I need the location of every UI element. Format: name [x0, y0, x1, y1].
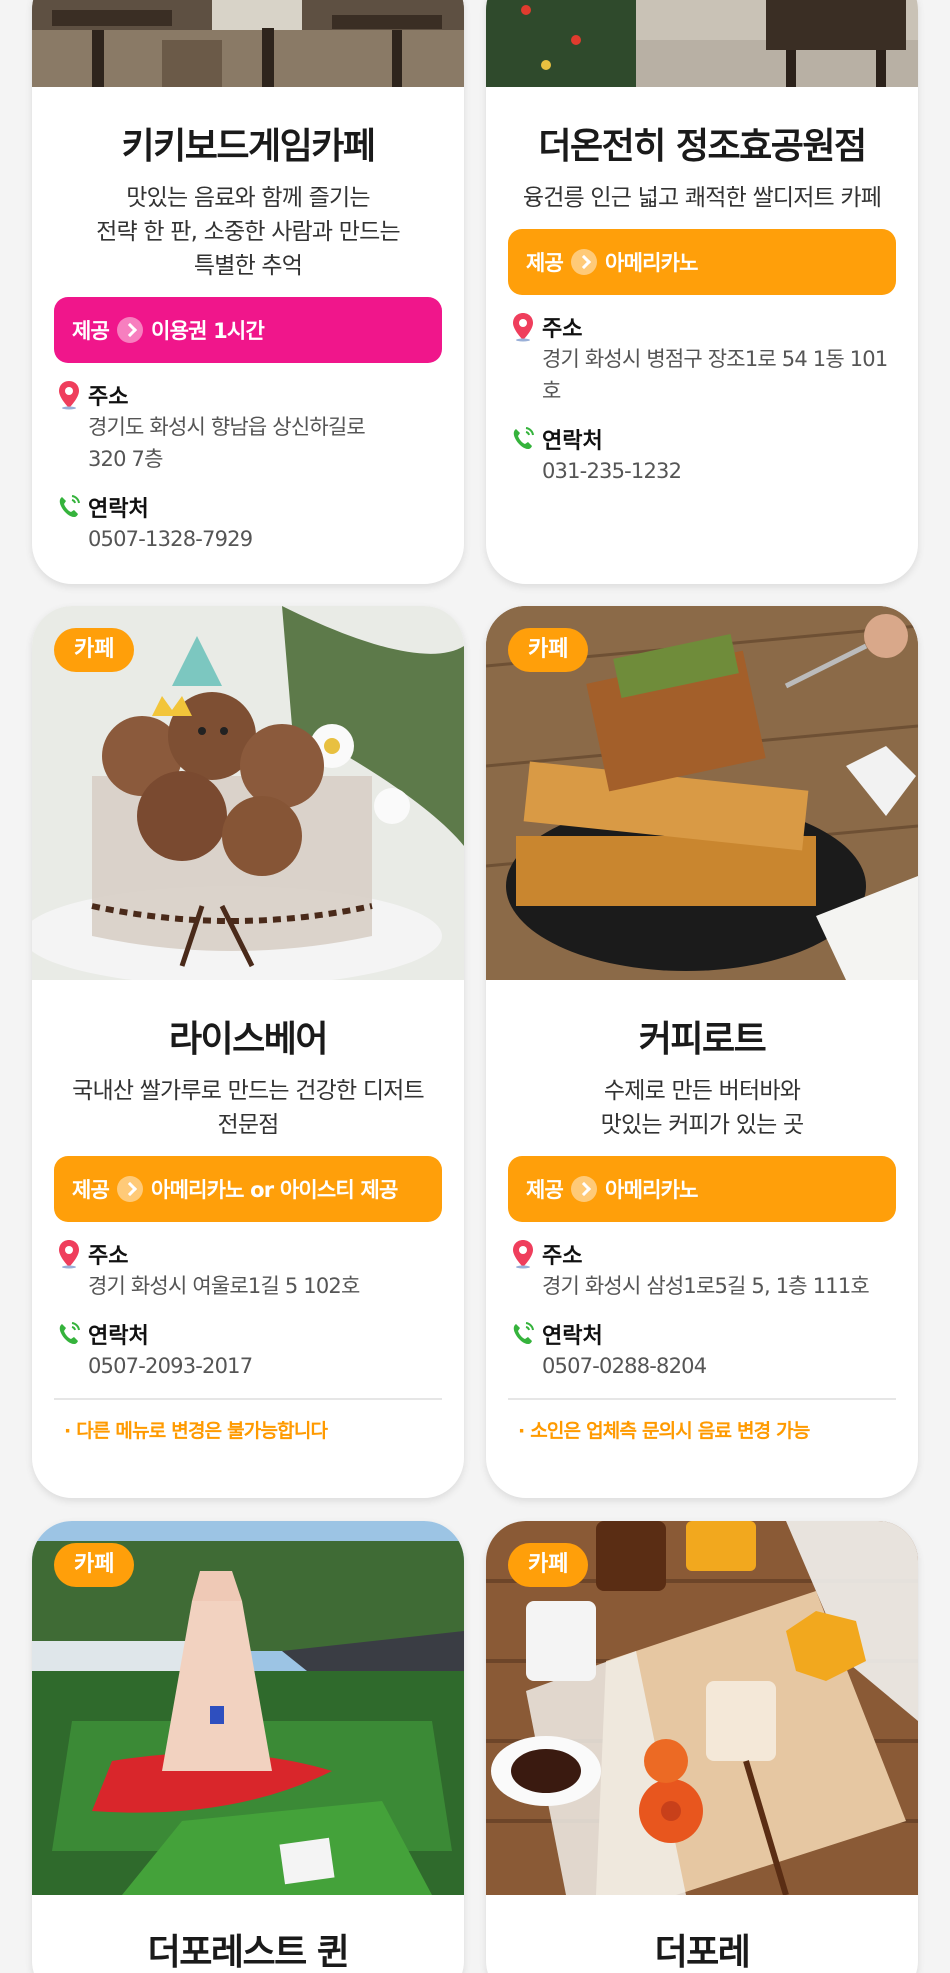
cafe-description: 국내산 쌀가루로 만드는 건강한 디저트 전문점	[32, 1074, 464, 1142]
desc-line: 전문점	[217, 1112, 279, 1138]
address-value: 경기 화성시 삼성1로5길 5, 1층 111호	[510, 1270, 896, 1302]
category-badge: 카페	[508, 628, 589, 672]
contact-label: 연락처	[542, 429, 603, 454]
map-pin-icon	[513, 313, 533, 342]
contact-section: 연락처 0507-0288-8204	[510, 1318, 896, 1382]
offer-banner: 제공 아메리카노	[508, 1156, 896, 1222]
chevron-right-icon	[571, 1176, 598, 1202]
cafe-photo: 카페	[486, 606, 918, 980]
contact-label: 연락처	[542, 1324, 603, 1349]
cafe-card[interactable]: 키키보드게임카페 맛있는 음료와 함께 즐기는 전략 한 판, 소중한 사람과 …	[32, 0, 464, 584]
cafe-card[interactable]: 카페 더포레스트 퀸	[32, 1521, 464, 1973]
offer-text: 아메리카노	[605, 251, 698, 275]
desc-line: 전략 한 판, 소중한 사람과 만드는	[96, 219, 401, 245]
cafe-title: 더온전히 정조효공원점	[538, 126, 867, 167]
address-line: 경기 화성시 여울로1길 5 102호	[88, 1274, 360, 1298]
cafe-title: 키키보드게임카페	[121, 126, 376, 167]
address-section: 주소 경기 화성시 여울로1길 5 102호	[56, 1238, 442, 1302]
phone-number[interactable]: 031-235-1232	[510, 455, 896, 487]
cafe-description: 수제로 만든 버터바와 맛있는 커피가 있는 곳	[486, 1074, 918, 1142]
desc-line: 융건릉 인근 넓고 쾌적한 쌀디저트 카페	[522, 185, 882, 211]
address-value: 경기 화성시 병점구 장조1로 54 1동 101호	[510, 343, 896, 407]
map-pin-icon	[59, 1240, 79, 1269]
address-section: 주소 경기 화성시 병점구 장조1로 54 1동 101호	[510, 311, 896, 407]
address-value: 경기 화성시 여울로1길 5 102호	[56, 1270, 442, 1302]
contact-section: 연락처 031-235-1232	[510, 423, 896, 487]
cafe-photo	[486, 0, 918, 87]
cafe-title: 더포레	[654, 1932, 751, 1973]
phone-icon	[59, 1322, 80, 1344]
cafe-card[interactable]: 카페 더포레	[486, 1521, 918, 1973]
desc-line: 국내산 쌀가루로 만드는 건강한 디저트	[72, 1078, 425, 1104]
offer-banner: 제공 이용권 1시간	[54, 297, 442, 363]
offer-prefix: 제공	[526, 1178, 564, 1202]
cafe-title: 더포레스트 퀸	[147, 1932, 350, 1973]
category-badge: 카페	[508, 1543, 589, 1587]
cafe-title: 라이스베어	[168, 1019, 329, 1060]
address-section: 주소 경기 화성시 삼성1로5길 5, 1층 111호	[510, 1238, 896, 1302]
desc-line: 맛있는 음료와 함께 즐기는	[126, 185, 370, 211]
address-line: 경기도 화성시 향남읍 상신하길로	[88, 415, 366, 439]
phone-number[interactable]: 0507-0288-8204	[510, 1350, 896, 1382]
cafe-description: 융건릉 인근 넓고 쾌적한 쌀디저트 카페	[486, 181, 918, 215]
notice-text: · 다른 메뉴로 변경은 불가능합니다	[64, 1420, 328, 1442]
offer-prefix: 제공	[72, 319, 110, 343]
address-label: 주소	[88, 385, 129, 410]
address-label: 주소	[88, 1244, 129, 1269]
cafe-photo: 카페	[486, 1521, 918, 1895]
contact-label: 연락처	[88, 497, 149, 522]
desc-line: 특별한 추억	[193, 253, 303, 279]
chevron-right-icon	[117, 1176, 144, 1202]
address-line: 경기 화성시 병점구 장조1로 54 1동 101호	[542, 347, 888, 403]
desc-line: 수제로 만든 버터바와	[603, 1078, 801, 1104]
cafe-photo	[32, 0, 464, 87]
divider	[54, 1398, 442, 1400]
offer-banner: 제공 아메리카노 or 아이스티 제공	[54, 1156, 442, 1222]
address-label: 주소	[542, 317, 583, 342]
phone-icon	[59, 495, 80, 517]
map-pin-icon	[59, 381, 79, 410]
notice-text: · 소인은 업체측 문의시 음료 변경 가능	[518, 1420, 810, 1442]
address-line: 320 7층	[88, 447, 163, 471]
offer-banner: 제공 아메리카노	[508, 229, 896, 295]
contact-section: 연락처 0507-2093-2017	[56, 1318, 442, 1382]
chevron-right-icon	[117, 317, 144, 343]
offer-text: 아메리카노	[605, 1178, 698, 1202]
phone-icon	[513, 427, 534, 449]
cafe-card[interactable]: 카페 라이스베어 국내산 쌀가루로 만드는 건강한 디저트 전문점 제공 아메리…	[32, 606, 464, 1498]
address-line: 경기 화성시 삼성1로5길 5, 1층 111호	[542, 1274, 870, 1298]
cafe-card[interactable]: 더온전히 정조효공원점 융건릉 인근 넓고 쾌적한 쌀디저트 카페 제공 아메리…	[486, 0, 918, 584]
category-badge: 카페	[54, 628, 135, 672]
address-section: 주소 경기도 화성시 향남읍 상신하길로 320 7층	[56, 379, 442, 475]
offer-prefix: 제공	[72, 1178, 110, 1202]
desc-line: 맛있는 커피가 있는 곳	[600, 1112, 805, 1138]
cafe-description: 맛있는 음료와 함께 즐기는 전략 한 판, 소중한 사람과 만드는 특별한 추…	[32, 181, 464, 283]
contact-section: 연락처 0507-1328-7929	[56, 491, 442, 555]
address-value: 경기도 화성시 향남읍 상신하길로 320 7층	[56, 411, 442, 475]
offer-prefix: 제공	[526, 251, 564, 275]
divider	[508, 1398, 896, 1400]
address-label: 주소	[542, 1244, 583, 1269]
offer-text: 아메리카노 or 아이스티 제공	[151, 1178, 398, 1202]
chevron-right-icon	[571, 249, 598, 275]
offer-text: 이용권 1시간	[151, 319, 265, 343]
phone-icon	[513, 1322, 534, 1344]
phone-number[interactable]: 0507-2093-2017	[56, 1350, 442, 1382]
phone-number[interactable]: 0507-1328-7929	[56, 523, 442, 555]
cafe-title: 커피로트	[638, 1019, 767, 1060]
cafe-photo: 카페	[32, 1521, 464, 1895]
contact-label: 연락처	[88, 1324, 149, 1349]
cafe-photo: 카페	[32, 606, 464, 980]
map-pin-icon	[513, 1240, 533, 1269]
category-badge: 카페	[54, 1543, 135, 1587]
cafe-card[interactable]: 카페 커피로트 수제로 만든 버터바와 맛있는 커피가 있는 곳 제공 아메리카…	[486, 606, 918, 1498]
